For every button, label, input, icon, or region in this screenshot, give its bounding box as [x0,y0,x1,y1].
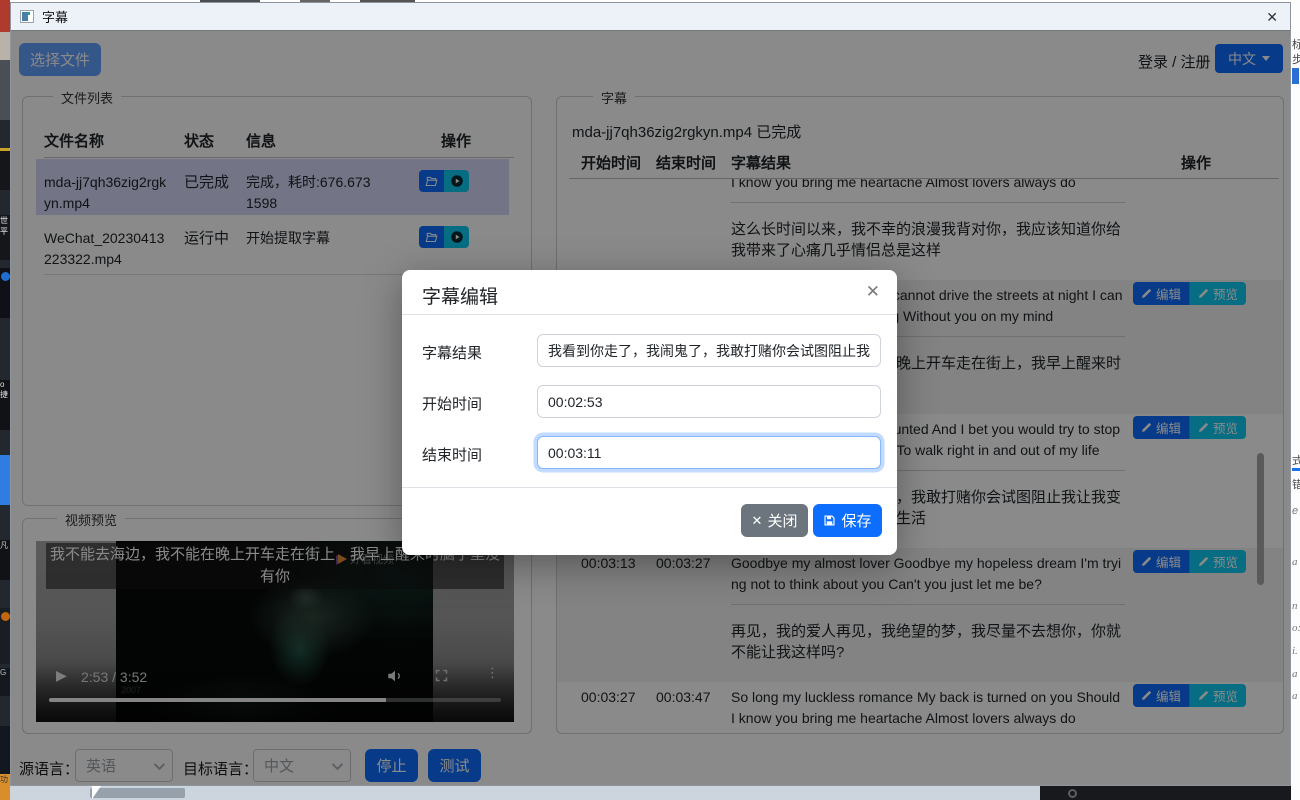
desktop-bottom-strip [10,786,1291,800]
desktop-right-strip: 标 步 式 错 e a n o: i. a a [1291,0,1300,800]
save-label: 保存 [841,510,871,531]
modal-close-icon[interactable]: ✕ [866,282,880,302]
modal-footer: ✕关闭 保存 [402,487,897,555]
desktop-fragment: a [1292,690,1298,702]
subtitle-edit-modal: 字幕编辑 ✕ 字幕结果 我看到你走了，我闹鬼了，我敢打赌你会试图阻止我 开始时间… [402,270,897,555]
modal-close-button[interactable]: ✕关闭 [741,504,808,537]
title-bar: 字幕 ✕ [11,3,1290,31]
desktop-fragment: n [1292,600,1298,612]
desktop-fragment: 步 [1292,51,1300,67]
field-label-end: 结束时间 [422,444,482,465]
desktop-fragment: e [1292,505,1298,517]
desktop-fragment: i. [1292,645,1298,657]
desktop-fragment [1292,468,1300,471]
close-label: 关闭 [767,510,797,531]
modal-header: 字幕编辑 ✕ [402,270,897,315]
window-title: 字幕 [42,7,68,26]
desktop-fragment: 标 [1292,36,1300,52]
subtitle-result-input[interactable]: 我看到你走了，我闹鬼了，我敢打赌你会试图阻止我 [537,334,881,367]
window-close-icon[interactable]: ✕ [1266,10,1278,24]
save-icon [823,514,836,527]
modal-save-button[interactable]: 保存 [813,504,882,537]
field-label-start: 开始时间 [422,393,482,414]
desktop-fragment: a [1292,556,1298,568]
modal-title: 字幕编辑 [422,282,498,309]
desktop-fragment: 式 [1292,452,1300,468]
x-icon: ✕ [752,513,763,529]
desktop-fragment: a [1292,668,1298,680]
start-time-input[interactable]: 00:02:53 [537,385,881,418]
app-icon [20,10,34,23]
desktop-fragment: 错 [1292,476,1300,492]
end-time-input[interactable]: 00:03:11 [537,436,881,469]
desktop-fragment [1292,68,1299,84]
desktop-left-strip: 世平 o 捷 凡 G 功 [0,0,10,800]
screen: 世平 o 捷 凡 G 功 标 步 式 错 e a n o: i. a a 字 [0,0,1300,800]
mouse-cursor [92,786,101,799]
desktop-fragment: o: [1292,622,1300,634]
field-label-result: 字幕结果 [422,342,482,363]
